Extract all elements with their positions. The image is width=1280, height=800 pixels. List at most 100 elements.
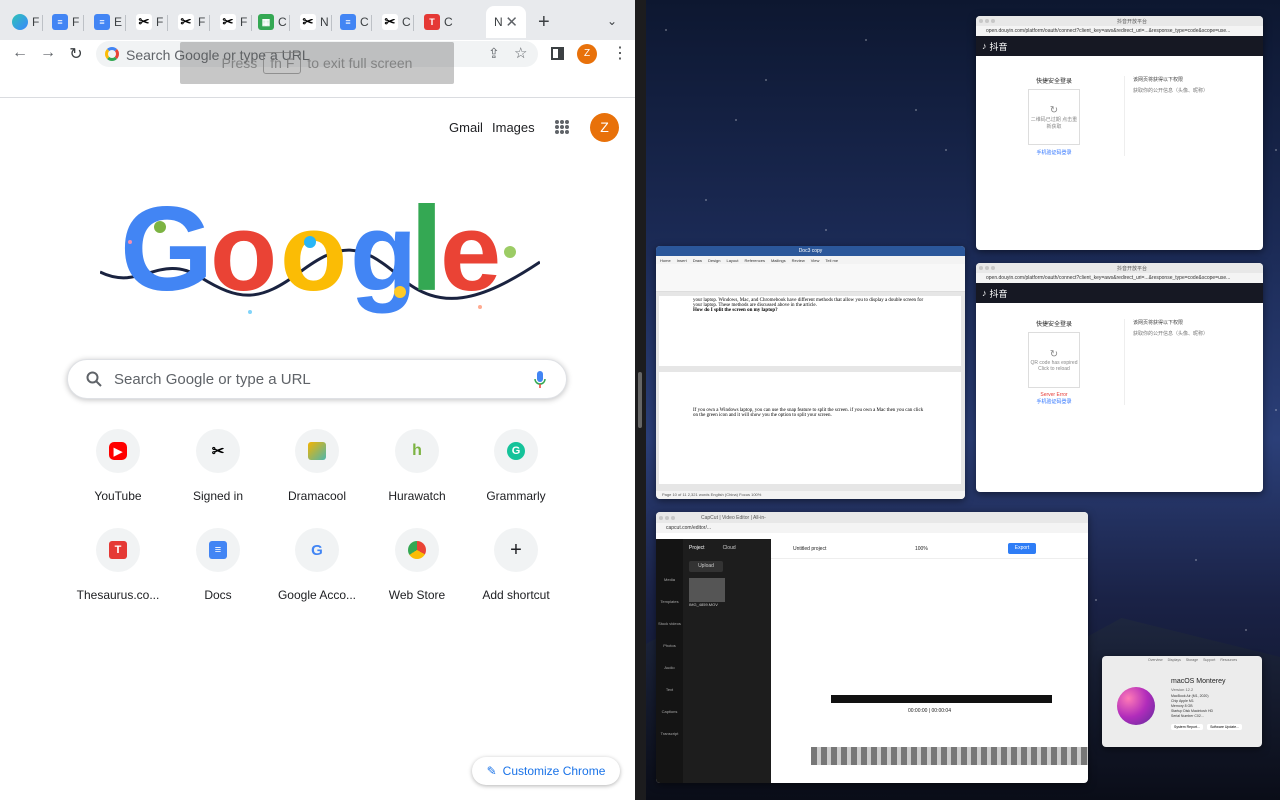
tab-4[interactable]: ✂ F: [128, 6, 168, 38]
side-panel-icon[interactable]: [551, 47, 564, 60]
capcut-sidebar: Media Templates Stock videos Photos Audi…: [656, 539, 683, 783]
images-link[interactable]: Images: [492, 120, 535, 135]
shortcut-dramacool[interactable]: Dramacool: [267, 429, 367, 503]
shortcut-google-account[interactable]: G Google Acco...: [267, 528, 367, 602]
gmail-link[interactable]: Gmail: [449, 120, 483, 135]
qr-code-expired[interactable]: ↻ QR code has expired Click to reload: [1028, 332, 1080, 388]
software-update-button[interactable]: Software Update...: [1207, 724, 1243, 730]
tab-2[interactable]: ≡ F: [44, 6, 84, 38]
word-window[interactable]: Doc3 copy Home Insert Draw Design Layout…: [656, 246, 965, 499]
tab-10[interactable]: ✂ C: [374, 6, 414, 38]
google-g-icon: [105, 47, 119, 61]
dramacool-icon: [308, 442, 326, 460]
shortcut-grammarly[interactable]: G Grammarly: [466, 429, 566, 503]
back-button[interactable]: ←: [10, 44, 30, 62]
close-tab-icon[interactable]: ✕: [505, 13, 518, 31]
google-sheets-icon: ▦: [258, 14, 274, 30]
video-preview[interactable]: [831, 695, 1052, 703]
douyin-window-2[interactable]: 抖音开放平台 open.douyin.com/platform/oauth/co…: [976, 263, 1263, 492]
timeline-clip[interactable]: [811, 747, 1088, 765]
phone-login-link[interactable]: 手机验证码登录: [984, 149, 1124, 156]
tab-11[interactable]: T C: [416, 6, 456, 38]
tab-7[interactable]: ▦ C: [250, 6, 290, 38]
douyin-window-1[interactable]: 抖音开放平台 open.douyin.com/platform/oauth/co…: [976, 16, 1263, 250]
upload-button[interactable]: Upload: [689, 561, 723, 572]
search-box[interactable]: Search Google or type a URL: [67, 359, 567, 399]
google-docs-icon: ≡: [340, 14, 356, 30]
capcut-icon: ✂: [220, 14, 236, 30]
word-ribbon: [656, 264, 965, 292]
tab-search-chevron-icon[interactable]: ⌄: [607, 14, 617, 28]
share-icon[interactable]: ⇪: [488, 45, 500, 62]
capcut-icon: ✂: [300, 14, 316, 30]
svg-text:l: l: [410, 182, 443, 316]
shortcut-youtube[interactable]: ▶ YouTube: [68, 429, 168, 503]
tab-6[interactable]: ✂ F: [212, 6, 252, 38]
export-button[interactable]: Export: [1008, 543, 1036, 554]
fullscreen-hint: Press fn F to exit full screen: [180, 42, 454, 84]
douyin-url: open.douyin.com/platform/oauth/connect?c…: [976, 26, 1263, 36]
tab-8[interactable]: ✂ N: [292, 6, 332, 38]
shortcut-docs[interactable]: ≡ Docs: [168, 528, 268, 602]
pencil-icon: ✎: [486, 764, 497, 778]
svg-text:o: o: [210, 191, 277, 314]
system-report-button[interactable]: System Report...: [1171, 724, 1204, 730]
plus-icon: +: [510, 538, 522, 561]
svg-text:g: g: [350, 191, 417, 314]
word-page-1[interactable]: your laptop. Windows, Mac, and Chromeboo…: [659, 296, 961, 366]
capcut-icon: ✂: [136, 14, 152, 30]
kebab-menu-icon[interactable]: ⋮: [612, 43, 628, 63]
search-placeholder: Search Google or type a URL: [114, 371, 311, 388]
ntp-profile-avatar[interactable]: Z: [590, 113, 619, 142]
microphone-icon[interactable]: [533, 370, 547, 390]
capcut-topbar: Untitled project 100% Export: [771, 539, 1088, 559]
google-icon: G: [311, 541, 323, 559]
about-this-mac-window[interactable]: Overview Displays Storage Support Resour…: [1102, 656, 1262, 747]
about-mac-tabs: Overview Displays Storage Support Resour…: [1148, 658, 1238, 662]
svg-text:G: G: [120, 182, 213, 316]
reload-button[interactable]: ↻: [66, 44, 86, 64]
media-thumbnail[interactable]: [689, 578, 725, 602]
shortcut-signed-in[interactable]: ✂ Signed in: [168, 429, 268, 503]
tab-1[interactable]: F: [4, 6, 43, 38]
youtube-icon: ▶: [109, 442, 127, 460]
desktop: 抖音开放平台 open.douyin.com/platform/oauth/co…: [646, 0, 1280, 800]
word-page-2[interactable]: If you own a Windows laptop, you can use…: [659, 372, 961, 484]
shortcut-web-store[interactable]: Web Store: [367, 528, 467, 602]
bookmark-star-icon[interactable]: ☆: [514, 44, 527, 62]
google-docs-icon: ≡: [94, 14, 110, 30]
shortcut-add[interactable]: + Add shortcut: [466, 528, 566, 602]
google-doodle-logo[interactable]: G o o g l e: [100, 182, 540, 322]
forward-button[interactable]: →: [38, 44, 58, 62]
svg-text:o: o: [280, 191, 347, 314]
tab-9[interactable]: ≡ C: [332, 6, 372, 38]
google-docs-icon: ≡: [209, 541, 227, 559]
grammarly-icon: G: [507, 442, 525, 460]
tab-5[interactable]: ✂ F: [170, 6, 210, 38]
new-tab-button[interactable]: +: [538, 12, 550, 32]
profile-avatar[interactable]: Z: [577, 44, 597, 64]
screen: F ≡ F ≡ E ✂ F ✂ F ✂ F ▦ C ✂ N ≡ C ✂ C T …: [0, 0, 1280, 800]
shortcut-hurawatch[interactable]: h Hurawatch: [367, 429, 467, 503]
shortcut-thesaurus[interactable]: T Thesaurus.co...: [68, 528, 168, 602]
capcut-window[interactable]: CapCut | Video Editor | All-in- capcut.c…: [656, 512, 1088, 783]
thesaurus-icon: T: [424, 14, 440, 30]
apps-grid-icon[interactable]: [555, 120, 569, 134]
web-store-icon: [408, 541, 426, 559]
chatgpt-icon: [12, 14, 28, 30]
qr-code-expired[interactable]: ↻ 二维码已过期 点击重新获取: [1028, 89, 1080, 145]
capcut-icon: ✂: [211, 443, 225, 460]
capcut-media-panel: Project Cloud Upload IMG_4859.MOV: [683, 539, 771, 783]
split-view-handle[interactable]: [638, 372, 642, 428]
tab-new-tab-active[interactable]: N ✕: [486, 6, 526, 38]
customize-chrome-button[interactable]: ✎ Customize Chrome: [472, 757, 620, 785]
svg-text:e: e: [440, 191, 501, 314]
hurawatch-icon: h: [412, 442, 422, 459]
timecode: 00:00:00 | 00:00:04: [907, 708, 951, 714]
tiktok-icon: ♪: [982, 41, 987, 51]
tiktok-icon: ♪: [982, 288, 987, 298]
chrome-window: F ≡ F ≡ E ✂ F ✂ F ✂ F ▦ C ✂ N ≡ C ✂ C T …: [0, 0, 635, 800]
tab-strip: F ≡ F ≡ E ✂ F ✂ F ✂ F ▦ C ✂ N ≡ C ✂ C T …: [0, 0, 635, 40]
word-ribbon-tabs: Home Insert Draw Design Layout Reference…: [656, 256, 965, 264]
tab-3[interactable]: ≡ E: [86, 6, 126, 38]
